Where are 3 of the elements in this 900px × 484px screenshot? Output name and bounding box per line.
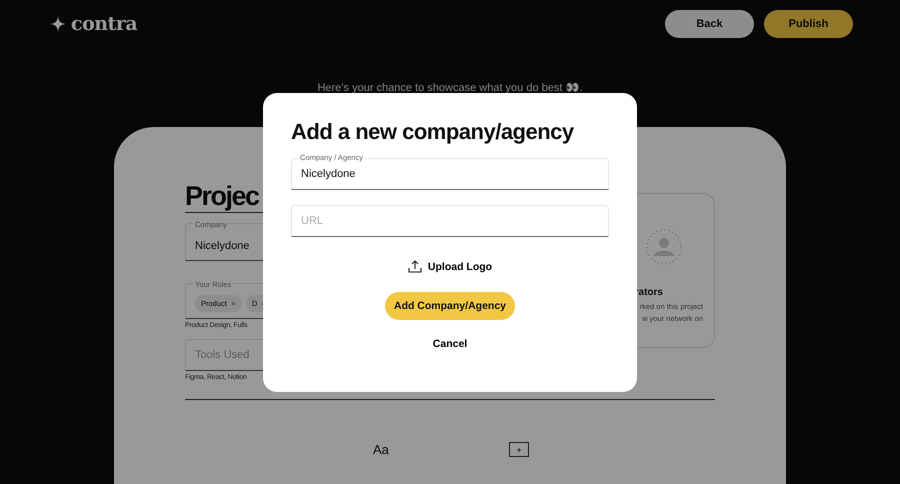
tagline-text: Here’s your chance to showcase what you do best 👀. [316,81,584,94]
logo-wordmark: contra [71,12,138,34]
modal-title: Add a new company/agency [291,119,574,145]
